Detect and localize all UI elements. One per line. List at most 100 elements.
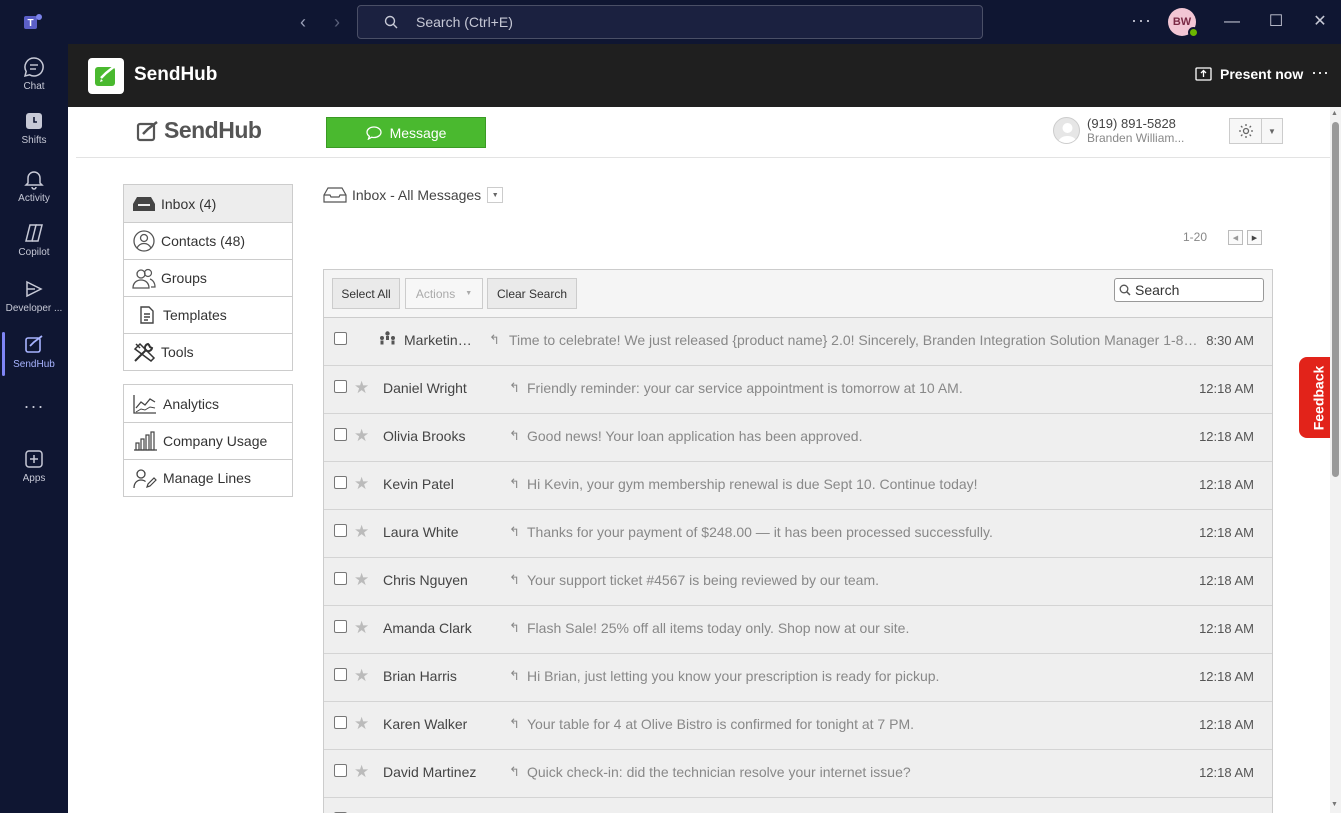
feedback-label: Feedback — [1310, 365, 1326, 430]
row-checkbox[interactable] — [334, 764, 347, 777]
sidebar-item-templates[interactable]: Templates — [124, 296, 292, 333]
message-sender: David Martinez — [383, 764, 477, 780]
vertical-scrollbar[interactable]: ▲ ▼ — [1330, 107, 1341, 813]
present-now-button[interactable]: Present now — [1195, 66, 1303, 82]
rail-item-shifts[interactable]: Shifts — [0, 106, 68, 158]
message-time: 12:18 AM — [1199, 669, 1254, 684]
select-all-button[interactable]: Select All — [332, 278, 400, 309]
message-row[interactable]: ★ David Martinez ↰ Quick check-in: did t… — [324, 750, 1272, 798]
minimize-icon[interactable]: — — [1222, 12, 1242, 32]
star-icon[interactable]: ★ — [354, 570, 369, 590]
chat-icon — [23, 57, 44, 78]
row-checkbox[interactable] — [334, 524, 347, 537]
message-row[interactable]: ★ Daniel Wright ↰ Friendly reminder: you… — [324, 366, 1272, 414]
sidebar-item-contacts[interactable]: Contacts (48) — [124, 222, 292, 259]
message-row[interactable]: ★ Olivia Brooks ↰ Good news! Your loan a… — [324, 414, 1272, 462]
message-search-input[interactable]: Search — [1114, 278, 1264, 302]
row-checkbox[interactable] — [334, 380, 347, 393]
message-row[interactable]: Marketing ... ↰ Time to celebrate! We ju… — [324, 318, 1272, 366]
back-arrow-icon[interactable]: ‹ — [293, 12, 313, 32]
star-icon[interactable]: ★ — [354, 714, 369, 734]
sidebar-item-company-usage[interactable]: Company Usage — [124, 422, 292, 459]
message-button[interactable]: Message — [326, 117, 486, 148]
message-row[interactable]: ★ Laura White ↰ Thanks for your payment … — [324, 510, 1272, 558]
more-options-icon[interactable]: ··· — [1311, 62, 1329, 83]
sidebar-item-groups[interactable]: Groups — [124, 259, 292, 296]
reply-arrow-icon: ↰ — [509, 476, 520, 491]
next-page-icon[interactable]: ▶ — [1247, 230, 1262, 245]
star-icon[interactable]: ★ — [354, 474, 369, 494]
forward-arrow-icon[interactable]: › — [327, 12, 347, 32]
star-icon[interactable]: ★ — [354, 378, 369, 398]
row-checkbox[interactable] — [334, 332, 347, 345]
rail-item-activity[interactable]: Activity — [0, 164, 68, 216]
sidebar-item-label: Groups — [161, 270, 207, 286]
rail-item-apps[interactable]: Apps — [0, 444, 68, 496]
row-checkbox[interactable] — [334, 620, 347, 633]
star-icon[interactable]: ★ — [354, 522, 369, 542]
row-checkbox[interactable] — [334, 668, 347, 681]
sendhub-logo[interactable]: SendHub — [136, 117, 262, 144]
templates-icon — [140, 306, 154, 324]
sidebar-item-label: Manage Lines — [163, 470, 251, 486]
message-row[interactable]: ★ Kevin Patel ↰ Hi Kevin, your gym membe… — [324, 462, 1272, 510]
rail-item-sendhub[interactable]: SendHub — [0, 330, 68, 382]
rail-item-chat[interactable]: Chat — [0, 52, 68, 104]
sidebar-item-analytics[interactable]: Analytics — [124, 385, 292, 422]
scrollbar-thumb[interactable] — [1332, 122, 1339, 477]
scroll-up-icon[interactable]: ▲ — [1331, 110, 1338, 117]
star-icon[interactable]: ★ — [354, 618, 369, 638]
row-checkbox[interactable] — [334, 572, 347, 585]
message-time: 12:18 AM — [1199, 477, 1254, 492]
inbox-title[interactable]: Inbox - All Messages ▼ — [323, 187, 504, 203]
chevron-down-icon: ▼ — [465, 290, 473, 297]
message-preview: Good news! Your loan application has bee… — [527, 428, 863, 444]
rail-item-copilot[interactable]: Copilot — [0, 218, 68, 270]
message-row[interactable]: ★ Karen Walker ↰ Your table for 4 at Oli… — [324, 702, 1272, 750]
sidebar-item-label: Contacts (48) — [161, 233, 246, 249]
gear-icon[interactable] — [1230, 119, 1262, 143]
message-row[interactable]: ★ Brian Harris ↰ Hi Brian, just letting … — [324, 654, 1272, 702]
search-icon — [1119, 284, 1131, 296]
chevron-down-icon[interactable]: ▼ — [1262, 119, 1282, 143]
sidebar-item-inbox[interactable]: Inbox (4) — [124, 185, 292, 222]
message-row[interactable]: ★ Amanda Clark ↰ Flash Sale! 25% off all… — [324, 606, 1272, 654]
avatar[interactable]: BW — [1168, 8, 1199, 38]
sidebar-item-label: Inbox (4) — [161, 195, 217, 212]
row-checkbox[interactable] — [334, 716, 347, 729]
user-info[interactable]: (919) 891-5828 Branden William... — [1053, 117, 1184, 146]
actions-dropdown[interactable]: Actions ▼ — [405, 278, 483, 309]
message-sender: Olivia Brooks — [383, 428, 466, 444]
reply-arrow-icon: ↰ — [509, 572, 520, 587]
header-divider — [76, 157, 1341, 158]
message-row[interactable] — [324, 798, 1272, 813]
close-icon[interactable]: ✕ — [1310, 12, 1330, 32]
rail-item-developer-portal[interactable]: Developer ... — [0, 274, 68, 326]
reply-arrow-icon: ↰ — [509, 620, 520, 635]
row-checkbox[interactable] — [334, 476, 347, 489]
row-checkbox[interactable] — [334, 428, 347, 441]
message-button-label: Message — [389, 124, 447, 141]
message-sender: Brian Harris — [383, 668, 457, 684]
scroll-down-icon[interactable]: ▼ — [1331, 801, 1338, 808]
share-screen-icon — [1195, 67, 1212, 81]
chevron-down-icon[interactable]: ▼ — [487, 187, 504, 203]
more-options-icon[interactable]: ··· — [1131, 10, 1152, 31]
teams-search-input[interactable]: Search (Ctrl+E) — [357, 5, 983, 39]
message-list: Select All Actions ▼ Clear Search Search … — [323, 269, 1273, 813]
star-icon[interactable]: ★ — [354, 426, 369, 446]
star-icon[interactable]: ★ — [354, 666, 369, 686]
user-phone: (919) 891-5828 — [1087, 116, 1176, 131]
settings-button[interactable]: ▼ — [1229, 118, 1283, 144]
prev-page-icon[interactable]: ◀ — [1228, 230, 1243, 245]
maximize-icon[interactable]: ☐ — [1266, 12, 1286, 32]
star-icon[interactable]: ★ — [354, 762, 369, 782]
message-sender: Laura White — [383, 524, 459, 540]
rail-more-apps-icon[interactable]: ··· — [0, 394, 68, 424]
sidebar-item-tools[interactable]: Tools — [124, 333, 292, 370]
message-time: 12:18 AM — [1199, 525, 1254, 540]
groups-icon — [132, 268, 156, 289]
clear-search-button[interactable]: Clear Search — [487, 278, 577, 309]
sidebar-item-manage-lines[interactable]: Manage Lines — [124, 459, 292, 496]
message-row[interactable]: ★ Chris Nguyen ↰ Your support ticket #45… — [324, 558, 1272, 606]
